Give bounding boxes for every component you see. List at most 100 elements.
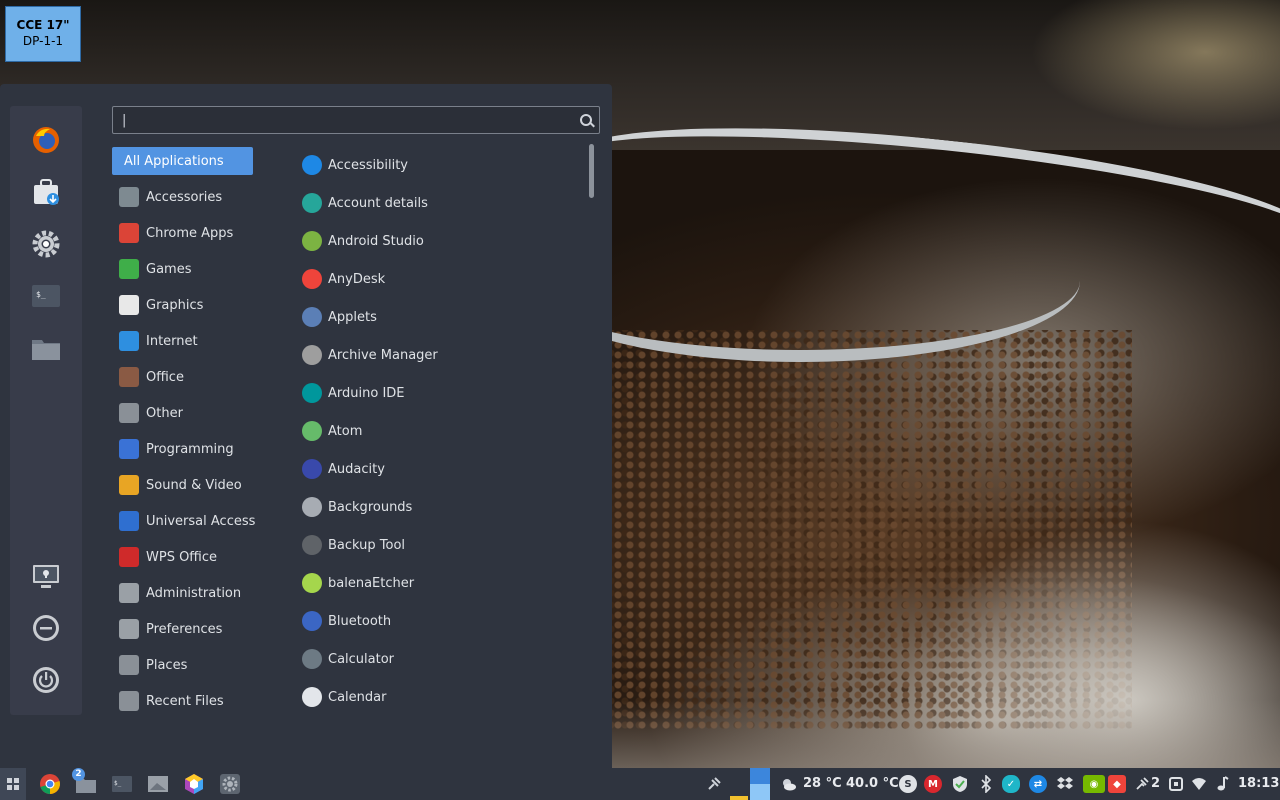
search-input[interactable]: | (112, 106, 600, 134)
category-accessories[interactable]: Accessories (112, 183, 253, 211)
app-label: Bluetooth (328, 613, 392, 629)
taskbar-image-viewer[interactable] (144, 768, 172, 800)
menu-button[interactable] (0, 768, 26, 800)
power-button[interactable] (26, 660, 66, 700)
category-administration[interactable]: Administration (112, 579, 253, 607)
steam-icon[interactable]: S (899, 775, 917, 793)
app-balenaetcher[interactable]: balenaEtcher (298, 567, 578, 599)
removable-drive-icon[interactable] (1167, 775, 1185, 793)
app-backgrounds[interactable]: Backgrounds (298, 491, 578, 523)
cloud-sync-icon[interactable]: ✓ (1002, 775, 1020, 793)
category-internet[interactable]: Internet (112, 327, 253, 355)
category-icon (119, 619, 139, 639)
music-note-icon[interactable] (1213, 775, 1231, 793)
taskbar-terminal[interactable]: $_ (108, 768, 136, 800)
app-label: balenaEtcher (328, 575, 415, 591)
taskbar-app-hexagon[interactable] (180, 768, 208, 800)
favorite-settings[interactable] (26, 224, 66, 264)
favorite-terminal[interactable]: $_ (26, 276, 66, 316)
category-games[interactable]: Games (112, 255, 253, 283)
search-icon (580, 114, 592, 126)
app-icon (302, 459, 322, 479)
weather-temperature[interactable]: 28 °C (803, 768, 842, 800)
category-programming[interactable]: Programming (112, 435, 253, 463)
text-cursor: | (122, 113, 127, 128)
wifi-icon[interactable] (1190, 775, 1208, 793)
app-label: Archive Manager (328, 347, 438, 363)
category-icon (119, 259, 139, 279)
app-android-studio[interactable]: Android Studio (298, 225, 578, 257)
taskbar-settings[interactable] (216, 768, 244, 800)
workspace-indicator-active[interactable] (750, 768, 770, 800)
app-label: Calculator (328, 651, 395, 667)
category-graphics[interactable]: Graphics (112, 291, 253, 319)
logout-icon (33, 615, 59, 641)
app-atom[interactable]: Atom (298, 415, 578, 447)
category-other[interactable]: Other (112, 399, 253, 427)
app-accessibility[interactable]: Accessibility (298, 149, 578, 181)
svg-text:$_: $_ (114, 780, 122, 787)
category-label: WPS Office (146, 549, 218, 565)
category-icon (119, 331, 139, 351)
settings-icon (32, 230, 60, 258)
app-archive-manager[interactable]: Archive Manager (298, 339, 578, 371)
favorite-software-store[interactable] (26, 172, 66, 212)
category-recent-files[interactable]: Recent Files (112, 687, 253, 715)
taskbar-chrome[interactable] (36, 768, 64, 800)
teamviewer-icon[interactable]: ⇄ (1029, 775, 1047, 793)
lock-screen-button[interactable] (26, 556, 66, 596)
app-backup-tool[interactable]: Backup Tool (298, 529, 578, 561)
category-preferences[interactable]: Preferences (112, 615, 253, 643)
terminal-icon: $_ (112, 776, 132, 792)
workspace-indicator-inactive[interactable] (730, 796, 748, 800)
category-all-applications[interactable]: All Applications (112, 147, 253, 175)
logout-button[interactable] (26, 608, 66, 648)
app-calculator[interactable]: Calculator (298, 643, 578, 675)
app-label: Backgrounds (328, 499, 413, 515)
category-places[interactable]: Places (112, 651, 253, 679)
bluetooth-icon[interactable] (977, 775, 995, 793)
category-label: Accessories (146, 189, 223, 205)
cloud-sun-icon (783, 779, 796, 791)
notifications-icon[interactable] (1133, 775, 1151, 793)
category-label: Graphics (146, 297, 204, 313)
weather-applet[interactable] (780, 768, 798, 800)
application-list-scrollbar[interactable] (589, 144, 594, 198)
app-label: Applets (328, 309, 377, 325)
category-icon (119, 223, 139, 243)
app-applets[interactable]: Applets (298, 301, 578, 333)
folder-icon (32, 340, 60, 360)
favorite-files[interactable] (26, 328, 66, 368)
app-calendar[interactable]: Calendar (298, 681, 578, 713)
image-viewer-icon (148, 776, 168, 792)
app-audacity[interactable]: Audacity (298, 453, 578, 485)
app-account-details[interactable]: Account details (298, 187, 578, 219)
mega-icon[interactable]: M (924, 775, 942, 793)
workspace-count-badge: 2 (72, 768, 85, 781)
category-label: Places (146, 657, 188, 673)
notifications-count[interactable]: 2 (1151, 768, 1160, 800)
tray-pin[interactable] (704, 768, 724, 800)
app-icon (302, 649, 322, 669)
category-wps-office[interactable]: WPS Office (112, 543, 253, 571)
category-universal-access[interactable]: Universal Access (112, 507, 255, 535)
category-chrome-apps[interactable]: Chrome Apps (112, 219, 253, 247)
app-bluetooth[interactable]: Bluetooth (298, 605, 578, 637)
category-sound-video[interactable]: Sound & Video (112, 471, 253, 499)
clock[interactable]: 18:13 (1238, 768, 1279, 800)
app-icon (302, 573, 322, 593)
taskbar-files[interactable]: 2 (72, 768, 100, 800)
category-icon (119, 439, 139, 459)
anydesk-icon[interactable]: ◆ (1108, 775, 1126, 793)
category-label: Internet (146, 333, 198, 349)
cpu-temperature[interactable]: 40.0 °C (846, 768, 899, 800)
lock-screen-icon (33, 565, 59, 588)
security-shield-icon[interactable] (951, 775, 969, 793)
category-office[interactable]: Office (112, 363, 253, 391)
app-anydesk[interactable]: AnyDesk (298, 263, 578, 295)
favorite-firefox[interactable] (26, 120, 66, 160)
nvidia-icon[interactable]: ◉ (1083, 775, 1105, 793)
app-arduino-ide[interactable]: Arduino IDE (298, 377, 578, 409)
dropbox-icon[interactable] (1056, 775, 1074, 793)
category-icon (119, 655, 139, 675)
